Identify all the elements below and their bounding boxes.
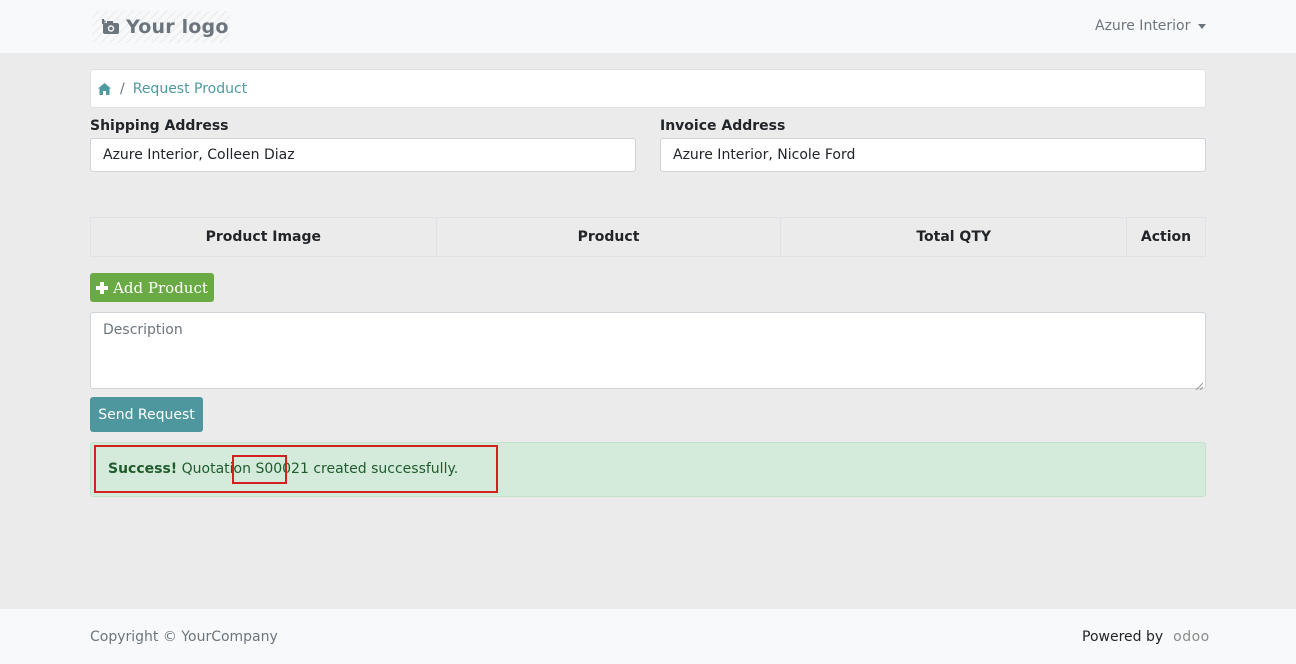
column-total-qty: Total QTY: [780, 217, 1127, 257]
product-table-header: Product Image Product Total QTY Action: [90, 217, 1206, 257]
home-icon[interactable]: [97, 82, 111, 96]
logo-text: Your logo: [126, 16, 229, 38]
plus-icon: [96, 281, 109, 294]
breadcrumb-separator: /: [120, 80, 125, 97]
invoice-address-label: Invoice Address: [660, 118, 786, 134]
company-logo[interactable]: Your logo: [92, 11, 230, 43]
column-action: Action: [1126, 217, 1206, 257]
product-table: Product Image Product Total QTY Action: [90, 217, 1206, 257]
add-product-label: Add Product: [113, 278, 208, 297]
description-textarea[interactable]: Description: [90, 312, 1206, 391]
resize-grip-icon[interactable]: [1195, 378, 1204, 391]
invoice-address-field[interactable]: Azure Interior, Nicole Ford: [660, 138, 1206, 172]
highlight-box: [94, 445, 498, 493]
send-request-button[interactable]: Send Request: [90, 397, 203, 432]
breadcrumb: / Request Product: [90, 69, 1206, 108]
column-product-image: Product Image: [90, 217, 437, 257]
breadcrumb-request-product[interactable]: Request Product: [133, 81, 247, 97]
column-product: Product: [435, 217, 782, 257]
powered-by: Powered by odoo: [1082, 629, 1210, 645]
success-alert: Success! Quotation S00021 created succes…: [90, 442, 1206, 497]
camera-icon: [100, 16, 122, 38]
shipping-address-label: Shipping Address: [90, 118, 229, 134]
quotation-highlight-box: [232, 455, 287, 484]
user-menu-dropdown[interactable]: Azure Interior: [1095, 17, 1207, 35]
footer: Copyright © YourCompany Powered by odoo: [0, 609, 1296, 664]
description-placeholder: Description: [103, 322, 183, 338]
user-name: Azure Interior: [1095, 18, 1191, 34]
shipping-address-field[interactable]: Azure Interior, Colleen Diaz: [90, 138, 636, 172]
odoo-logo[interactable]: odoo: [1173, 629, 1210, 645]
top-navbar: Your logo Azure Interior: [0, 0, 1296, 53]
add-product-button[interactable]: Add Product: [90, 273, 214, 302]
copyright-text: Copyright © YourCompany: [90, 629, 278, 645]
caret-down-icon: [1198, 23, 1207, 29]
powered-by-text: Powered by: [1082, 629, 1164, 645]
